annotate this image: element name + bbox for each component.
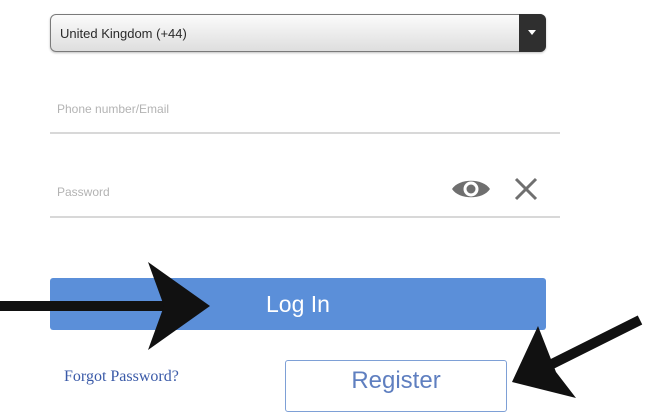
close-icon[interactable] xyxy=(512,175,540,203)
login-button[interactable]: Log In xyxy=(50,278,546,330)
forgot-password-link[interactable]: Forgot Password? xyxy=(64,368,179,386)
country-code-select[interactable]: United Kingdom (+44) xyxy=(50,14,546,52)
password-field[interactable]: Password xyxy=(50,170,560,218)
register-button[interactable]: Register xyxy=(285,360,507,412)
dropdown-arrow-icon[interactable] xyxy=(519,14,546,52)
arrow-right-annotation-icon xyxy=(512,315,643,398)
eye-icon[interactable] xyxy=(450,175,492,203)
phone-email-placeholder: Phone number/Email xyxy=(57,102,170,116)
password-placeholder: Password xyxy=(57,185,110,199)
country-code-value: United Kingdom (+44) xyxy=(60,26,187,41)
phone-email-field[interactable]: Phone number/Email xyxy=(50,92,560,134)
